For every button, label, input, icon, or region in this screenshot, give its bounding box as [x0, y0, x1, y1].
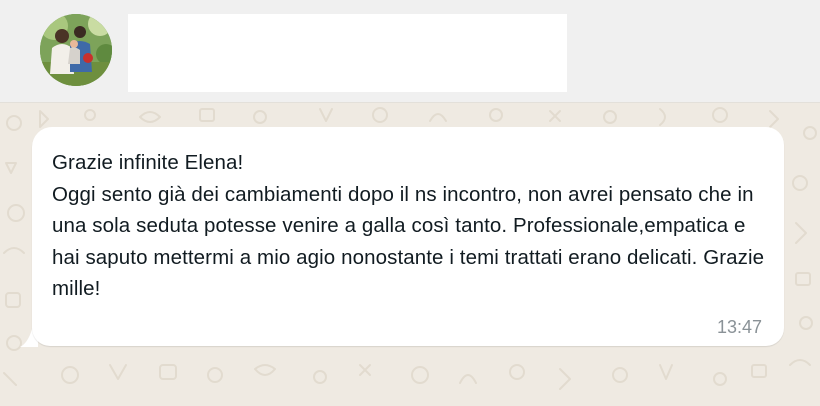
message-timestamp: 13:47 — [716, 317, 762, 337]
incoming-message-bubble[interactable]: Grazie infinite Elena! Oggi sento già de… — [32, 127, 784, 346]
contact-avatar[interactable] — [40, 14, 112, 86]
contact-photo-avatar-icon — [40, 14, 112, 86]
chat-header — [0, 0, 820, 103]
chat-area: Grazie infinite Elena! Oggi sento già de… — [0, 103, 820, 406]
message-text: Grazie infinite Elena! Oggi sento già de… — [52, 151, 765, 300]
contact-name[interactable] — [128, 14, 567, 92]
